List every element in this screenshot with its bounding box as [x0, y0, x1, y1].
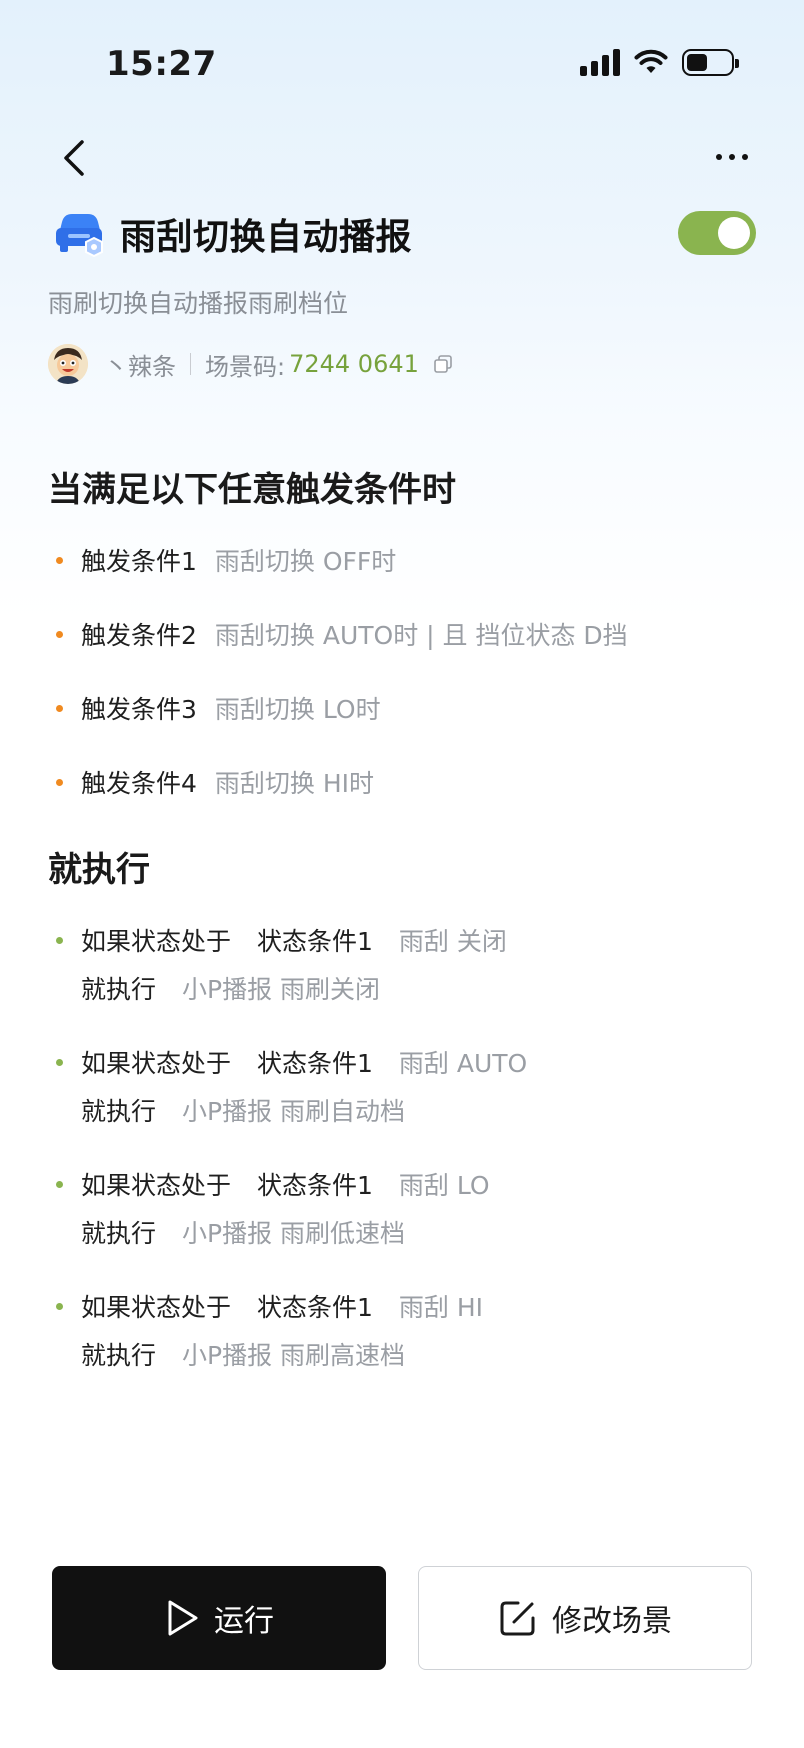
action-if-label: 如果状态处于 — [81, 927, 232, 956]
trigger-item[interactable]: 触发条件3 雨刮切换 LO时 — [56, 688, 381, 728]
trigger-item[interactable]: 触发条件4 雨刮切换 HI时 — [56, 762, 374, 802]
bullet-dot — [56, 1302, 63, 1310]
bullet-dot — [56, 630, 63, 638]
action-then-label: 就执行 — [81, 1219, 157, 1248]
bullet-dot — [56, 778, 63, 786]
scene-meta: 丶辣条 场景码: 7244 0641 — [48, 344, 453, 384]
action-condition-label: 状态条件1 — [257, 927, 373, 956]
trigger-item[interactable]: 触发条件2 雨刮切换 AUTO时 | 且 挡位状态 D挡 — [56, 614, 628, 654]
trigger-label: 触发条件4 — [81, 769, 197, 798]
scene-description: 雨刷切换自动播报雨刷档位 — [48, 289, 349, 318]
action-condition-detail: 雨刮 关闭 — [398, 927, 507, 956]
avatar[interactable] — [48, 344, 88, 384]
divider — [190, 353, 191, 375]
action-then-detail: 小P播报 雨刷关闭 — [182, 975, 381, 1004]
actions-section-title: 就执行 — [48, 850, 150, 890]
wifi-icon — [634, 49, 668, 73]
trigger-detail: 雨刮切换 OFF时 — [214, 547, 397, 576]
action-then-label: 就执行 — [81, 975, 157, 1004]
play-icon — [168, 1600, 198, 1636]
action-condition-label: 状态条件1 — [257, 1171, 373, 1200]
action-then-label: 就执行 — [81, 1341, 157, 1370]
battery-icon — [682, 48, 739, 76]
car-scene-icon — [56, 214, 103, 258]
more-dot-icon — [716, 154, 722, 160]
action-item[interactable]: 如果状态处于 状态条件1 雨刮 LO 就执行 小P播报 雨刷低速档 — [56, 1164, 490, 1252]
back-button[interactable] — [52, 136, 96, 180]
trigger-detail: 雨刮切换 LO时 — [214, 695, 381, 724]
action-condition-detail: 雨刮 LO — [398, 1171, 490, 1200]
status-time: 15:27 — [106, 44, 217, 84]
action-then-detail: 小P播报 雨刷自动档 — [182, 1097, 406, 1126]
edit-scene-button[interactable]: 修改场景 — [418, 1566, 752, 1670]
scene-header: 雨刮切换自动播报 — [52, 206, 756, 262]
action-item[interactable]: 如果状态处于 状态条件1 雨刮 关闭 就执行 小P播报 雨刷关闭 — [56, 920, 507, 1008]
trigger-detail: 雨刮切换 AUTO时 | 且 挡位状态 D挡 — [214, 621, 628, 650]
more-dot-icon — [742, 154, 748, 160]
bullet-dot — [56, 556, 63, 564]
trigger-detail: 雨刮切换 HI时 — [214, 769, 375, 798]
status-bar: 15:27 — [0, 0, 804, 130]
action-then-label: 就执行 — [81, 1097, 157, 1126]
run-button[interactable]: 运行 — [52, 1566, 386, 1670]
scene-code-value: 7244 0641 — [289, 350, 419, 378]
bullet-dot — [56, 936, 63, 944]
triggers-section-title: 当满足以下任意触发条件时 — [48, 470, 456, 510]
cellular-signal-icon — [580, 48, 620, 76]
scene-enable-toggle[interactable] — [678, 211, 756, 255]
bullet-dot — [56, 704, 63, 712]
scene-detail-page: 15:27 雨刮切换自动播报 雨刷切换自动播报雨刷档位 丶辣条 场景码: 724… — [0, 0, 804, 1748]
action-item[interactable]: 如果状态处于 状态条件1 雨刮 HI 就执行 小P播报 雨刷高速档 — [56, 1286, 483, 1374]
bullet-dot — [56, 1058, 63, 1066]
action-item[interactable]: 如果状态处于 状态条件1 雨刮 AUTO 就执行 小P播报 雨刷自动档 — [56, 1042, 527, 1130]
action-if-label: 如果状态处于 — [81, 1293, 232, 1322]
trigger-label: 触发条件2 — [81, 621, 197, 650]
toggle-knob — [718, 217, 750, 249]
status-icons — [580, 48, 739, 76]
trigger-label: 触发条件1 — [81, 547, 197, 576]
edit-icon — [500, 1601, 535, 1636]
action-condition-label: 状态条件1 — [257, 1293, 373, 1322]
action-if-label: 如果状态处于 — [81, 1171, 232, 1200]
action-then-detail: 小P播报 雨刷高速档 — [182, 1341, 406, 1370]
trigger-label: 触发条件3 — [81, 695, 197, 724]
action-if-label: 如果状态处于 — [81, 1049, 232, 1078]
run-button-label: 运行 — [214, 1604, 274, 1639]
trigger-item[interactable]: 触发条件1 雨刮切换 OFF时 — [56, 540, 396, 580]
scene-title: 雨刮切换自动播报 — [120, 217, 413, 258]
chevron-left-icon — [64, 140, 84, 176]
action-condition-detail: 雨刮 HI — [398, 1293, 484, 1322]
author-name[interactable]: 丶辣条 — [104, 347, 176, 382]
action-condition-label: 状态条件1 — [257, 1049, 373, 1078]
bullet-dot — [56, 1180, 63, 1188]
more-dot-icon — [729, 154, 735, 160]
more-options-button[interactable] — [710, 142, 754, 172]
avatar-cartoon-icon — [48, 344, 88, 384]
action-then-detail: 小P播报 雨刷低速档 — [182, 1219, 406, 1248]
edit-scene-button-label: 修改场景 — [552, 1604, 672, 1639]
scene-code-label: 场景码: — [205, 352, 286, 381]
action-condition-detail: 雨刮 AUTO — [398, 1049, 528, 1078]
copy-icon[interactable] — [433, 354, 453, 374]
